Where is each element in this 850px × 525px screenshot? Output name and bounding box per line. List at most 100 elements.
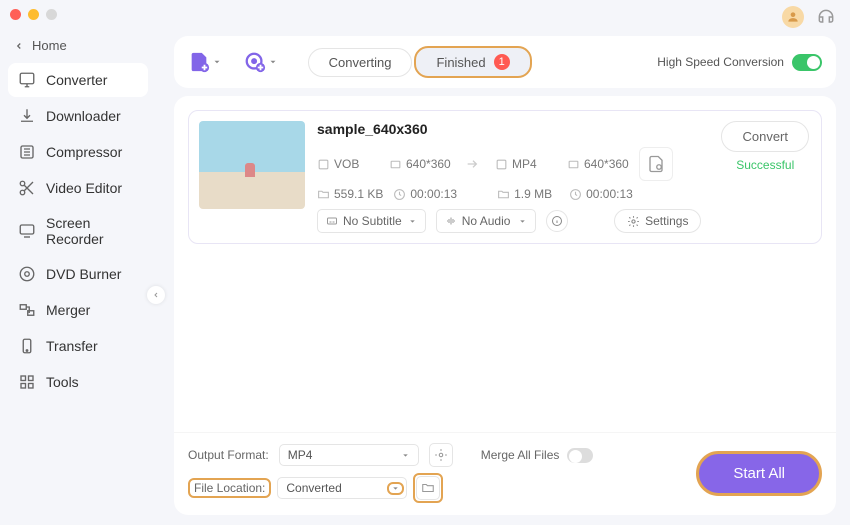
transfer-icon — [18, 337, 36, 355]
support-button[interactable] — [816, 7, 836, 27]
sidebar-item-converter[interactable]: Converter — [8, 63, 148, 97]
tab-label: Finished — [436, 55, 485, 70]
sidebar-item-merger[interactable]: Merger — [8, 293, 148, 327]
clock-icon — [393, 188, 406, 201]
file-list: sample_640x360 VOB 640*360 MP4 640*360 — [174, 96, 836, 446]
nav-label: Tools — [46, 374, 79, 390]
start-all-button[interactable]: Start All — [696, 451, 822, 496]
nav-label: Video Editor — [46, 180, 122, 196]
output-format-label: Output Format: — [188, 448, 269, 462]
file-location-label: File Location: — [188, 478, 271, 498]
toolbar: Converting Finished 1 High Speed Convers… — [174, 36, 836, 88]
gear-icon — [627, 215, 640, 228]
footer: Output Format: MP4 Merge All Files File … — [174, 432, 836, 515]
disc-icon — [18, 265, 36, 283]
screen-icon — [18, 222, 36, 240]
nav-label: Transfer — [46, 338, 98, 354]
hsc-label: High Speed Conversion — [657, 55, 784, 69]
chevron-down-icon — [401, 451, 410, 460]
tab-converting[interactable]: Converting — [308, 48, 413, 77]
info-button[interactable] — [546, 210, 568, 232]
sidebar-item-tools[interactable]: Tools — [8, 365, 148, 399]
src-resolution: 640*360 — [389, 157, 451, 171]
src-format: VOB — [317, 157, 379, 171]
video-thumbnail[interactable] — [199, 121, 305, 209]
nav-label: Downloader — [46, 108, 121, 124]
maximize-window-button[interactable] — [46, 9, 57, 20]
sidebar-collapse-button[interactable] — [147, 286, 165, 304]
chevron-down-icon — [408, 217, 417, 226]
info-icon — [551, 215, 563, 227]
sidebar-item-screen-recorder[interactable]: Screen Recorder — [8, 207, 148, 255]
subtitle-icon — [326, 215, 338, 227]
compressor-icon — [18, 143, 36, 161]
output-format-settings[interactable] — [429, 443, 453, 467]
grid-icon — [18, 373, 36, 391]
home-label: Home — [32, 38, 67, 53]
subtitle-dropdown[interactable]: No Subtitle — [317, 209, 426, 233]
src-duration: 00:00:13 — [393, 187, 457, 201]
disc-plus-icon — [244, 51, 266, 73]
dst-resolution: 640*360 — [567, 157, 629, 171]
chevron-left-icon — [14, 41, 24, 51]
chevron-left-icon — [152, 291, 160, 299]
hsc-toggle[interactable] — [792, 54, 822, 71]
download-icon — [18, 107, 36, 125]
home-nav[interactable]: Home — [8, 32, 148, 63]
headset-icon — [816, 7, 836, 27]
sidebar-item-video-editor[interactable]: Video Editor — [8, 171, 148, 205]
resolution-icon — [567, 158, 580, 171]
chevron-down-icon — [212, 57, 222, 67]
sidebar-item-dvd-burner[interactable]: DVD Burner — [8, 257, 148, 291]
arrow-right-icon — [463, 156, 483, 172]
add-disc-button[interactable] — [244, 51, 278, 73]
dst-size: 1.9 MB — [497, 187, 559, 201]
chevron-down-icon — [268, 57, 278, 67]
file-plus-icon — [188, 51, 210, 73]
film-icon — [317, 158, 330, 171]
audio-dropdown[interactable]: No Audio — [436, 209, 536, 233]
converter-icon — [18, 71, 36, 89]
output-format-picker[interactable] — [639, 147, 673, 181]
output-format-select[interactable]: MP4 — [279, 444, 419, 466]
finished-count-badge: 1 — [494, 54, 510, 70]
tab-finished[interactable]: Finished 1 — [414, 46, 531, 78]
convert-button[interactable]: Convert — [721, 121, 809, 152]
close-window-button[interactable] — [10, 9, 21, 20]
person-icon — [786, 10, 800, 24]
clock-icon — [569, 188, 582, 201]
file-name: sample_640x360 — [317, 121, 701, 137]
sidebar-item-downloader[interactable]: Downloader — [8, 99, 148, 133]
nav-label: Compressor — [46, 144, 122, 160]
chevron-down-icon — [518, 217, 527, 226]
chevron-down-icon — [391, 484, 400, 493]
folder-icon — [317, 188, 330, 201]
folder-icon — [421, 481, 435, 495]
dst-format: MP4 — [495, 157, 557, 171]
file-row: sample_640x360 VOB 640*360 MP4 640*360 — [188, 110, 822, 244]
folder-icon — [497, 188, 510, 201]
resolution-icon — [389, 158, 402, 171]
sidebar: Home Converter Downloader Compressor Vid… — [0, 28, 156, 525]
film-icon — [495, 158, 508, 171]
nav-label: DVD Burner — [46, 266, 121, 282]
sidebar-item-compressor[interactable]: Compressor — [8, 135, 148, 169]
add-file-button[interactable] — [188, 51, 222, 73]
merge-toggle[interactable] — [567, 448, 593, 463]
window-titlebar — [0, 0, 850, 28]
nav-label: Merger — [46, 302, 90, 318]
gear-icon — [434, 448, 448, 462]
nav-label: Screen Recorder — [46, 215, 138, 247]
sidebar-item-transfer[interactable]: Transfer — [8, 329, 148, 363]
open-folder-button[interactable] — [416, 476, 440, 500]
status-text: Successful — [736, 158, 794, 172]
tab-label: Converting — [329, 55, 392, 70]
dst-duration: 00:00:13 — [569, 187, 633, 201]
merge-label: Merge All Files — [481, 448, 560, 462]
file-gear-icon — [647, 155, 665, 173]
minimize-window-button[interactable] — [28, 9, 39, 20]
user-avatar[interactable] — [782, 6, 804, 28]
settings-button[interactable]: Settings — [614, 209, 701, 233]
nav-label: Converter — [46, 72, 107, 88]
file-location-select[interactable]: Converted — [277, 477, 407, 499]
